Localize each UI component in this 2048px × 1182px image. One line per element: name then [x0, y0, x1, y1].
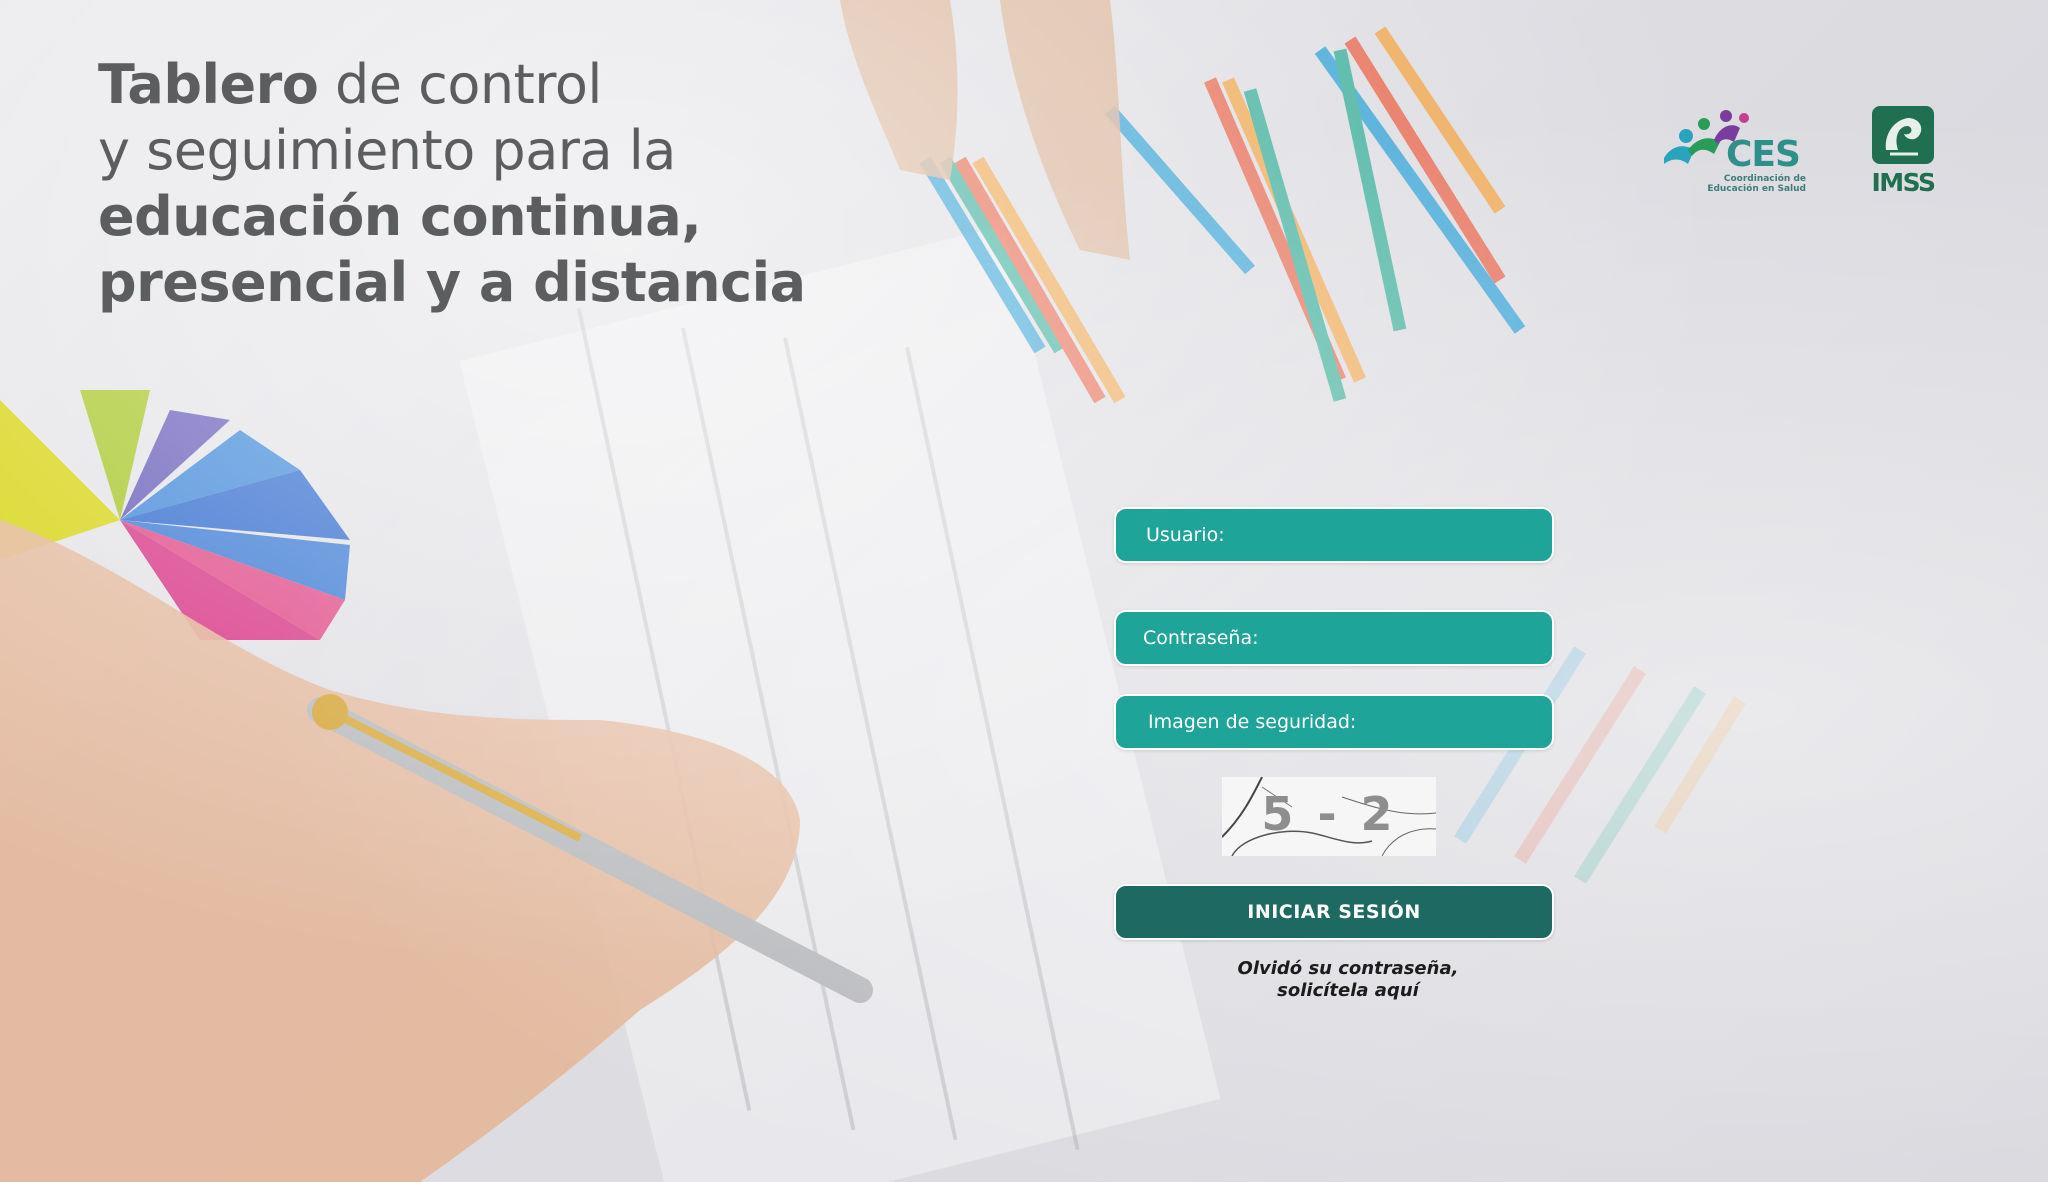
captcha-input[interactable] [1356, 696, 1624, 748]
login-button[interactable]: INICIAR SESIÓN [1114, 884, 1554, 940]
login-page: Tablero de control y seguimiento para la… [0, 0, 2048, 1182]
ces-logo-text: CES [1726, 134, 1801, 175]
username-field[interactable]: Usuario: [1114, 507, 1554, 563]
page-title: Tablero de control y seguimiento para la… [98, 52, 806, 316]
ces-subtitle-line-2: Educación en Salud [1707, 184, 1806, 194]
title-line-3: educación continua, [98, 185, 702, 248]
password-input[interactable] [1258, 612, 1552, 664]
title-line-4: presencial y a distancia [98, 251, 806, 314]
title-bold-word: Tablero [98, 53, 319, 116]
captcha-image: 5 - 2 [1222, 777, 1436, 856]
ces-subtitle-line-1: Coordinación de [1723, 174, 1806, 184]
imss-emblem-icon [1872, 106, 1934, 164]
captcha-label: Imagen de seguridad: [1148, 711, 1357, 733]
username-label: Usuario: [1146, 524, 1225, 546]
imss-logo-text: IMSS [1871, 168, 1936, 197]
title-light-text: de control [318, 53, 602, 116]
captcha-text: 5 - 2 [1261, 787, 1397, 841]
forgot-password-line-2: solicítela aquí [1277, 980, 1419, 1001]
username-input[interactable] [1224, 509, 1552, 561]
title-line-2: y seguimiento para la [98, 119, 676, 182]
imss-logo: IMSS [1866, 104, 1940, 197]
forgot-password-line-1: Olvidó su contraseña, [1237, 958, 1459, 979]
ces-logo-subtitle: Coordinación de Educación en Salud [1698, 174, 1806, 194]
ces-logo: CES Coordinación de Educación en Salud [1658, 100, 1806, 200]
forgot-password-link[interactable]: Olvidó su contraseña, solicítela aquí [1214, 958, 1482, 1002]
captcha-field[interactable]: Imagen de seguridad: [1114, 694, 1624, 750]
password-label: Contraseña: [1143, 627, 1259, 649]
password-field[interactable]: Contraseña: [1114, 610, 1554, 666]
title-line-1: Tablero de control [98, 52, 798, 118]
